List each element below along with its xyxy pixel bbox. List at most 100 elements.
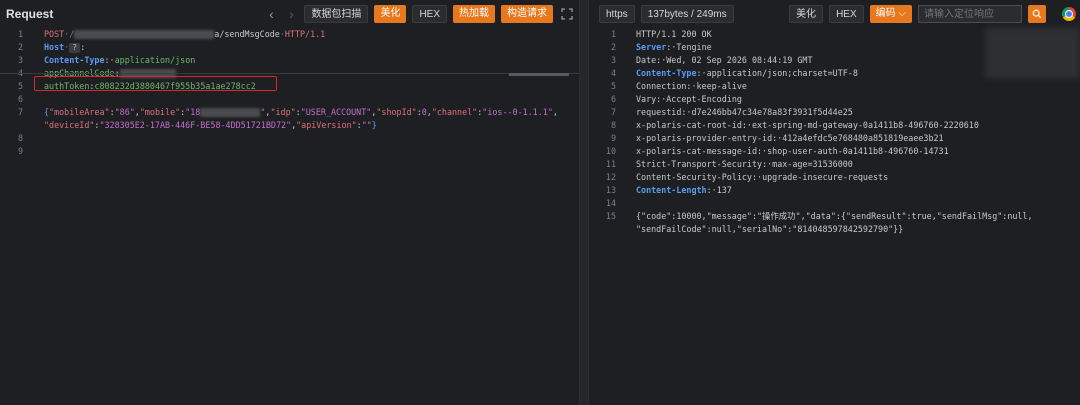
json-value: "" xyxy=(361,120,372,130)
header-key: requestid xyxy=(636,107,682,117)
code-line: 1 HTTP/1.1 200 OK xyxy=(589,28,1080,41)
header-value: Accept-Encoding xyxy=(666,94,742,104)
json-key: "apiVersion" xyxy=(296,120,357,130)
header-key: Strict-Transport-Security xyxy=(636,159,763,169)
hex-button[interactable]: HEX xyxy=(829,5,864,23)
redacted-host-icon: ? xyxy=(69,42,81,53)
line-number: 3 xyxy=(610,55,616,65)
json-value: "USER_ACCOUNT" xyxy=(300,107,372,117)
header-key: Host xyxy=(44,42,65,52)
pane-divider[interactable] xyxy=(580,0,588,405)
request-pane: Request ‹ › 数据包扫描 美化 HEX 热加载 构造请求 1 POST… xyxy=(0,0,580,405)
code-line: 11 Strict-Transport-Security:·max-age=31… xyxy=(589,158,1080,171)
header-value: keep-alive xyxy=(696,81,747,91)
response-toolbar: https 137bytes / 249ms 美化 HEX 编码 ⌵ xyxy=(589,0,1080,28)
json-key: "deviceId" xyxy=(44,120,95,130)
scheme-button[interactable]: https xyxy=(599,5,635,23)
chevron-down-icon: ⌵ xyxy=(898,8,906,19)
line-number: 3 xyxy=(17,55,23,65)
header-key: Date xyxy=(636,55,657,65)
response-body-line: "sendFailCode":null,"serialNo":"81404859… xyxy=(636,224,904,234)
beautify-button[interactable]: 美化 xyxy=(789,5,824,23)
line-number: 13 xyxy=(605,185,616,195)
header-key: Connection xyxy=(636,81,687,91)
code-line: 6 Vary:·Accept-Encoding xyxy=(589,93,1080,106)
back-arrow-icon[interactable]: ‹ xyxy=(264,6,278,22)
header-key: x-polaris-cat-message-id xyxy=(636,146,758,156)
build-request-button[interactable]: 构造请求 xyxy=(501,5,553,23)
header-key: Content-Security-Policy xyxy=(636,172,752,182)
line-number: 15 xyxy=(605,211,616,221)
response-toolbar-actions: https 137bytes / 249ms 美化 HEX 编码 ⌵ xyxy=(599,5,1076,23)
code-line: 5 Connection:·keep-alive xyxy=(589,80,1080,93)
status-line: HTTP/1.1 200 OK xyxy=(636,29,712,39)
response-search-input[interactable] xyxy=(918,5,1022,23)
search-icon xyxy=(1032,9,1042,19)
header-key: Vary xyxy=(636,94,657,104)
scrollbar-thumb[interactable] xyxy=(509,73,569,76)
line-number: 8 xyxy=(610,120,616,130)
code-line: 14 xyxy=(589,197,1080,210)
json-key: "shopId" xyxy=(376,107,417,117)
hex-button[interactable]: HEX xyxy=(412,5,447,23)
json-value: "86" xyxy=(114,107,135,117)
header-value: Tengine xyxy=(676,42,712,52)
code-line: 4 Content-Type:·application/json;charset… xyxy=(589,67,1080,80)
code-line: 15 {"code":10000,"message":"操作成功","data"… xyxy=(589,210,1080,223)
header-key: x-polaris-cat-root-id xyxy=(636,120,742,130)
code-line: "deviceId":"328305E2-17AB-446F-BE58-4DD5… xyxy=(44,120,377,130)
encoding-label: 编码 xyxy=(875,8,896,19)
line-number: 5 xyxy=(17,81,23,91)
json-key: "mobileArea" xyxy=(49,107,110,117)
http-protocol: HTTP/1.1 xyxy=(284,29,326,39)
packet-scan-button[interactable]: 数据包扫描 xyxy=(304,5,369,23)
header-key: x-polaris-provider-entry-id xyxy=(636,133,773,143)
code-line: 9 xyxy=(0,145,579,158)
line-number: 14 xyxy=(605,198,616,208)
code-line: 2 Host·?: xyxy=(0,41,579,54)
code-line: 1 POST·/a/sendMsgCode·HTTP/1.1 xyxy=(0,28,579,41)
line-number: 6 xyxy=(17,94,23,104)
horizontal-scrollbar[interactable] xyxy=(0,73,579,74)
header-value: application/json;charset=UTF-8 xyxy=(706,68,858,78)
line-number: 12 xyxy=(605,172,616,182)
encoding-dropdown[interactable]: 编码 ⌵ xyxy=(869,5,912,23)
json-value: "ios--0-1.1.1" xyxy=(482,107,553,117)
code-line: 12 Content-Security-Policy:·upgrade-inse… xyxy=(589,171,1080,184)
code-line: 10 x-polaris-cat-message-id:·shop-user-a… xyxy=(589,145,1080,158)
header-key: Content-Length xyxy=(636,185,707,195)
size-time-button[interactable]: 137bytes / 249ms xyxy=(640,5,734,23)
line-number: 1 xyxy=(17,29,23,39)
header-value: upgrade-insecure-requests xyxy=(762,172,889,182)
request-title: Request xyxy=(6,7,54,21)
redacted-path xyxy=(74,30,215,39)
json-key: "mobile" xyxy=(139,107,181,117)
search-button[interactable] xyxy=(1028,5,1046,23)
forward-arrow-icon[interactable]: › xyxy=(284,6,298,22)
json-key: "idp" xyxy=(270,107,296,117)
header-key: Content-Type xyxy=(636,68,697,78)
header-key: Content-Type xyxy=(44,55,105,65)
http-method: POST xyxy=(44,29,65,39)
header-value: ext-spring-md-gateway-0a1411b8-496760-22… xyxy=(751,120,979,130)
expand-icon[interactable] xyxy=(559,6,575,22)
chrome-icon[interactable] xyxy=(1062,7,1076,21)
header-value: 137 xyxy=(716,185,732,195)
code-line: 7 {"mobileArea":"86","mobile":"18 ","idp"… xyxy=(0,106,579,119)
header-key: Server xyxy=(636,42,667,52)
line-number: 1 xyxy=(610,29,616,39)
code-line: 2 Server:·Tengine xyxy=(589,41,1080,54)
code-line: 8 x-polaris-cat-root-id:·ext-spring-md-g… xyxy=(589,119,1080,132)
request-path: /sendMsgCode xyxy=(219,29,280,39)
json-value: "328305E2-17AB-446F-BE58-4DD51721BD72" xyxy=(99,120,292,130)
line-number: 11 xyxy=(605,159,616,169)
line-number: 2 xyxy=(610,42,616,52)
hot-reload-button[interactable]: 热加载 xyxy=(453,5,495,23)
response-pane: https 137bytes / 249ms 美化 HEX 编码 ⌵ 1 HTT… xyxy=(588,0,1080,405)
request-toolbar-actions: ‹ › 数据包扫描 美化 HEX 热加载 构造请求 xyxy=(264,5,575,23)
header-value: Wed, 02 Sep 2026 08:44:19 GMT xyxy=(666,55,813,65)
beautify-button[interactable]: 美化 xyxy=(374,5,407,23)
code-line: 8 xyxy=(0,132,579,145)
code-line: 7 requestid:·d7e246bb47c34e78a83f3931f5d… xyxy=(589,106,1080,119)
header-value: d7e246bb47c34e78a83f3931f5d44e25 xyxy=(691,107,853,117)
